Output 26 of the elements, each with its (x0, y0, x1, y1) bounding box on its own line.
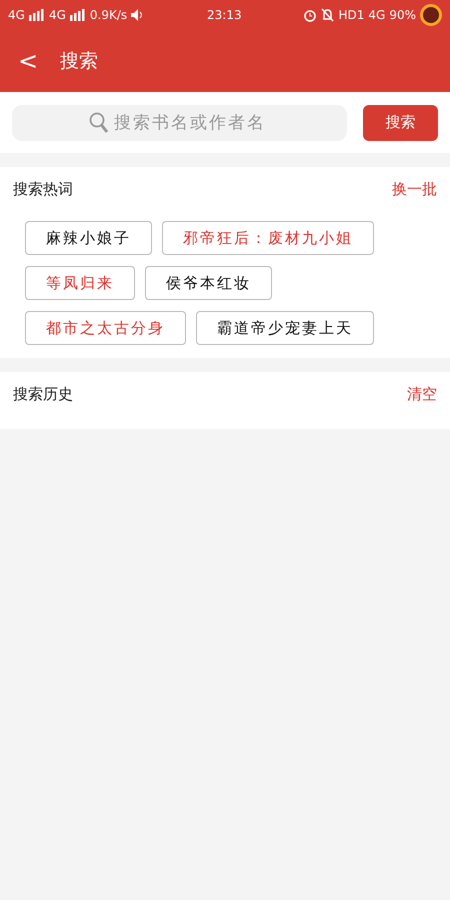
alarm-icon (303, 8, 318, 22)
keyword-tag[interactable]: 侯爷本红妆 (145, 266, 272, 300)
network-label: 4G (368, 7, 386, 24)
bell-off-icon (321, 8, 334, 22)
clear-link[interactable]: 清空 (407, 382, 437, 406)
network-speed: 0.9K/s (90, 7, 128, 24)
network-label: 4G (48, 7, 66, 24)
keyword-tag[interactable]: 邪帝狂后：废材九小姐 (162, 221, 374, 255)
avatar-icon (420, 4, 442, 26)
back-button[interactable]: < (18, 49, 38, 73)
signal-icon (70, 9, 86, 21)
signal-icon (28, 9, 45, 21)
network-label: 4G (8, 7, 25, 24)
search-field[interactable]: 搜索书名或作者名 (12, 104, 347, 140)
page-title: 搜索 (60, 48, 98, 74)
keyword-tag[interactable]: 等凤归来 (25, 266, 135, 300)
refresh-link[interactable]: 换一批 (392, 178, 437, 200)
search-button[interactable]: 搜索 (363, 104, 438, 140)
keyword-tag[interactable]: 麻辣小娘子 (25, 221, 152, 255)
section-title: 搜索历史 (13, 384, 73, 405)
battery-level: 90% (389, 7, 416, 24)
keyword-tag[interactable]: 霸道帝少宠妻上天 (196, 311, 374, 345)
keyword-tag[interactable]: 都市之太古分身 (25, 311, 186, 345)
clock: 23:13 (207, 7, 242, 24)
section-title: 搜索热词 (13, 178, 73, 200)
hd-label: HD1 (338, 7, 364, 24)
